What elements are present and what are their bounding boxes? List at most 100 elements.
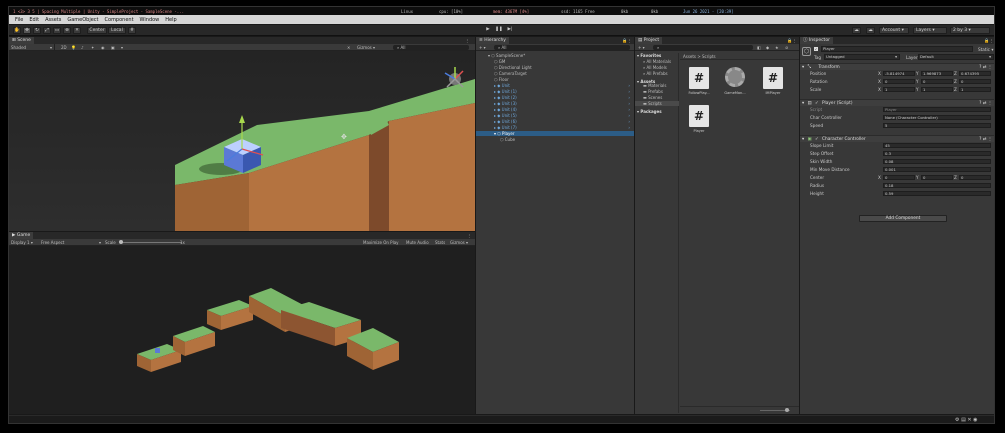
tag-dropdown[interactable]: Untagged ▾ [824,54,900,60]
transform-tool-button[interactable]: ⊕ [63,27,71,34]
project-tree-item[interactable]: ▬ Prefabs [635,89,679,94]
effects-toggle-icon[interactable]: ✦ [91,44,94,51]
pivot-center-toggle[interactable]: Center [87,27,107,34]
hidden-objects-icon[interactable]: ◉ [101,44,105,51]
hierarchy-item[interactable]: ▾ ⬡ SampleScene* [476,53,634,58]
character-controller-header[interactable]: ▾ ▣ ✓ Character Controller ? ⇄ ⋮ [800,135,994,142]
value-field[interactable]: 0.08 [883,158,991,164]
vector-field-y[interactable]: 1.969873 [921,70,953,76]
icon-size-slider-handle[interactable] [785,408,789,412]
collab-button[interactable]: ☁ [852,27,861,34]
gizmo-tools-icon[interactable]: ▾ [121,44,123,51]
scale-slider-handle[interactable] [119,240,123,244]
asset-item[interactable]: # FollowPlay... [688,67,710,95]
display-dropdown[interactable]: Display 1 ▾ [11,239,33,246]
hierarchy-item[interactable]: ⬡ Directional Light [476,65,634,70]
vector-field-y[interactable]: 0 [921,78,953,84]
layout-dropdown[interactable]: 2 by 3 ▾ [950,27,990,34]
hierarchy-item[interactable]: ▸ ◆ Unit › [476,83,634,88]
vector-field-z[interactable]: 0.674395 [959,70,991,76]
hierarchy-item[interactable]: ▸ ◆ Unit (4) › [476,107,634,112]
menu-window[interactable]: Window [140,17,160,23]
active-checkbox[interactable]: ✓ [814,47,818,51]
project-tree-item[interactable]: ⌕ All Models [635,65,679,70]
menu-component[interactable]: Component [105,17,134,23]
menu-file[interactable]: File [15,17,23,23]
vector-field-z[interactable]: 1 [959,86,991,92]
hierarchy-item[interactable]: ⬡ CameraTarget [476,71,634,76]
filter-label-icon[interactable]: ◆ [766,44,769,51]
project-tree-item[interactable]: ▬ Scenes [635,95,679,100]
value-field[interactable]: 0.59 [883,190,991,196]
aspect-dropdown[interactable]: Free Aspect ▾ [41,239,101,246]
value-field[interactable]: None (Character Controller) [883,114,991,120]
tab-project[interactable]: ▤ Project [635,37,663,44]
pivot-local-toggle[interactable]: Local [108,27,126,34]
move-tool-button[interactable]: ✥ [23,27,31,34]
hierarchy-item[interactable]: ⬡ Floor [476,77,634,82]
maximize-on-play-toggle[interactable]: Maximize On Play [363,239,399,246]
menu-gameobject[interactable]: GameObject [67,17,98,23]
static-toggle[interactable]: Static ▾ [978,47,993,52]
vector-field-x[interactable]: -5.814974 [883,70,915,76]
shading-dropdown[interactable]: Shaded ▾ [11,44,55,51]
vector-field-y[interactable]: 0 [921,174,953,180]
script-enabled-checkbox[interactable]: ✓ [815,101,819,106]
project-tree-item[interactable]: ▾ Packages [635,109,679,114]
value-field[interactable]: Player [883,106,991,112]
value-field[interactable]: 0.001 [883,166,991,172]
prefab-open-chevron-icon[interactable]: › [628,107,630,112]
project-tree-item[interactable]: ▾ Favorites [635,53,679,58]
value-field[interactable]: 5 [883,122,991,128]
tab-game[interactable]: ▶ Game [9,232,34,239]
play-button[interactable]: ▶ [484,27,492,34]
game-panel-menu-icon[interactable]: ⋮ [467,233,471,238]
hierarchy-item[interactable]: ⬡ Cube [476,137,634,142]
project-add-button[interactable]: + ▾ [638,44,645,51]
menu-help[interactable]: Help [165,17,176,23]
vector-field-z[interactable]: 0 [959,78,991,84]
layer-dropdown[interactable]: Default ▾ [918,54,994,60]
account-dropdown[interactable]: Account ▾ [879,27,909,34]
favorite-star-icon[interactable]: ★ [775,44,779,51]
hierarchy-item[interactable]: ▸ ◆ Unit (6) › [476,119,634,124]
project-tree-item[interactable]: ▬ Scripts [635,101,679,106]
menu-assets[interactable]: Assets [45,17,61,23]
inspector-lock-icon[interactable]: 🔒⋮ [984,38,993,44]
scene-viewport[interactable]: ✥ [9,51,475,231]
layers-dropdown[interactable]: Layers ▾ [913,27,947,34]
prefab-open-chevron-icon[interactable]: › [628,125,630,130]
hierarchy-add-button[interactable]: + ▾ [479,44,486,51]
hierarchy-item[interactable]: ▸ ◆ Unit (3) › [476,101,634,106]
controller-enabled-checkbox[interactable]: ✓ [815,137,819,142]
value-field[interactable]: 0.18 [883,182,991,188]
hierarchy-search-input[interactable]: ⌕ All [494,45,630,50]
tab-inspector[interactable]: ⓘ Inspector [800,37,833,44]
vector-field-y[interactable]: 1 [921,86,953,92]
vector-field-x[interactable]: 0 [883,78,915,84]
asset-item[interactable]: # IMPlayer [762,67,784,95]
status-icons[interactable]: ⚙ ▤ ✕ ◉ [955,417,978,423]
vector-field-z[interactable]: 0 [959,174,991,180]
breadcrumb-scripts[interactable]: Scripts [702,54,716,59]
lighting-toggle-icon[interactable]: 💡 [71,44,76,51]
vector-field-x[interactable]: 0 [883,174,915,180]
project-tree-item[interactable]: ⌕ All Materials [635,59,679,64]
mute-audio-toggle[interactable]: Mute Audio [406,239,429,246]
vector-field-x[interactable]: 1 [883,86,915,92]
asset-item[interactable]: # Player [688,105,710,133]
hierarchy-item[interactable]: ▸ ◆ Unit (5) › [476,113,634,118]
prefab-open-chevron-icon[interactable]: › [628,83,630,88]
menu-edit[interactable]: Edit [29,17,39,23]
add-component-button[interactable]: Add Component [859,215,947,222]
asset-item[interactable]: GameMan... [724,67,746,95]
scene-camera-icon[interactable]: ▣ [111,44,115,51]
game-viewport[interactable] [9,246,475,414]
hierarchy-item[interactable]: ▸ ◆ Unit (1) › [476,89,634,94]
game-gizmos-dropdown[interactable]: Gizmos ▾ [450,239,468,246]
value-field[interactable]: 0.3 [883,150,991,156]
hierarchy-item[interactable]: ▾ ⬡ Player [476,131,634,136]
scene-panel-menu-icon[interactable]: ⋮ [465,38,469,43]
project-tree-item[interactable]: ⌕ All Prefabs [635,71,679,76]
tools-icon[interactable]: ✕ [347,44,350,51]
